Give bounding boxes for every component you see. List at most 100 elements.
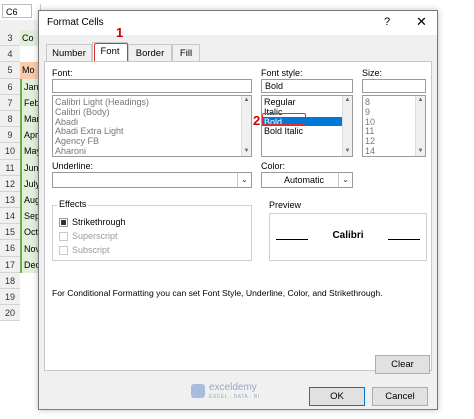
font-list[interactable]: Calibri Light (Headings) Calibri (Body) … xyxy=(52,95,252,157)
cell-a[interactable]: Sep xyxy=(20,208,40,225)
font-label: Font: xyxy=(52,68,73,78)
color-label: Color: xyxy=(261,161,286,171)
annotation-number-2: 2 xyxy=(253,113,261,128)
underline-label: Underline: xyxy=(52,161,94,171)
row-header[interactable]: 19 xyxy=(0,289,20,306)
row-header[interactable]: 8 xyxy=(0,110,20,128)
row-header[interactable]: 20 xyxy=(0,305,20,322)
font-style-label: Font style: xyxy=(261,68,303,78)
ok-button[interactable]: OK xyxy=(309,387,365,406)
superscript-checkbox[interactable] xyxy=(59,232,68,241)
row-header[interactable]: 11 xyxy=(0,159,20,176)
effects-title: Effects xyxy=(57,199,89,209)
row-header[interactable]: 5 xyxy=(0,62,20,79)
row-header[interactable]: 15 xyxy=(0,224,20,241)
font-list-item[interactable]: Abadi xyxy=(53,117,251,127)
color-value: Automatic xyxy=(284,175,325,185)
info-text: For Conditional Formatting you can set F… xyxy=(52,288,383,298)
help-icon[interactable]: ? xyxy=(384,16,390,28)
font-style-item[interactable]: Regular xyxy=(262,97,352,107)
cell-a[interactable]: Mo xyxy=(20,62,40,79)
cell-a[interactable] xyxy=(20,305,40,321)
cancel-button[interactable]: Cancel xyxy=(372,387,428,406)
annotation-box-bold xyxy=(262,113,306,125)
watermark-brand: exceldemy xyxy=(209,382,257,393)
cell-a[interactable]: Dec xyxy=(20,256,40,273)
row-header[interactable]: 6 xyxy=(0,78,20,95)
subscript-label: Subscript xyxy=(72,245,110,255)
font-style-input[interactable]: Bold xyxy=(261,79,353,93)
logo-icon xyxy=(191,384,205,398)
subscript-checkbox[interactable] xyxy=(59,246,68,255)
font-list-item[interactable]: Calibri (Body) xyxy=(53,107,251,117)
scroll-up-icon[interactable]: ▲ xyxy=(416,96,425,105)
tab-number[interactable]: Number xyxy=(46,44,92,61)
row-header[interactable]: 13 xyxy=(0,191,20,209)
row-header[interactable]: 9 xyxy=(0,127,20,144)
cell-a[interactable] xyxy=(20,273,40,289)
format-cells-dialog: Format Cells ? ✕ Number Font Border Fill… xyxy=(38,10,438,410)
cell-a[interactable]: July xyxy=(20,175,40,192)
font-list-item[interactable]: Aharoni xyxy=(53,146,251,156)
font-list-item[interactable]: Agency FB xyxy=(53,136,251,146)
cell-a[interactable]: Feb xyxy=(20,94,40,111)
scroll-up-icon[interactable]: ▲ xyxy=(343,96,352,105)
cell-a[interactable]: May xyxy=(20,143,40,160)
cell-a[interactable]: Nov xyxy=(20,240,40,257)
row-header[interactable]: 3 xyxy=(0,30,20,47)
cell-a[interactable]: Aug xyxy=(20,192,40,209)
scroll-up-icon[interactable]: ▲ xyxy=(242,96,251,105)
cell-a[interactable]: Apr xyxy=(20,127,40,144)
cell-a[interactable] xyxy=(20,46,40,62)
row-header[interactable]: 17 xyxy=(0,256,20,273)
preview-title: Preview xyxy=(269,200,302,210)
font-style-item[interactable]: Bold Italic xyxy=(262,126,352,136)
size-label: Size: xyxy=(362,68,383,78)
cell-a[interactable] xyxy=(20,289,40,305)
scroll-down-icon[interactable]: ▼ xyxy=(242,147,251,156)
underline-select[interactable]: ⌄ xyxy=(52,172,252,188)
cell-a[interactable]: Mar xyxy=(20,111,40,128)
superscript-label: Superscript xyxy=(72,231,118,241)
row-header[interactable]: 14 xyxy=(0,208,20,225)
strikethrough-checkbox[interactable] xyxy=(59,218,68,227)
chevron-down-icon[interactable]: ⌄ xyxy=(237,173,251,187)
cell-a[interactable]: Co xyxy=(20,30,40,47)
font-list-item[interactable]: Abadi Extra Light xyxy=(53,126,251,136)
size-input[interactable] xyxy=(362,79,426,93)
size-list[interactable]: 8 9 10 11 12 14 ▲ ▼ xyxy=(362,95,426,157)
scroll-down-icon[interactable]: ▼ xyxy=(343,147,352,156)
row-header[interactable]: 7 xyxy=(0,94,20,111)
font-style-scrollbar[interactable]: ▲ ▼ xyxy=(342,96,352,156)
title-bar: Format Cells ? ✕ xyxy=(39,11,437,35)
watermark: exceldemy EXCEL · DATA · BI xyxy=(191,381,291,405)
font-style-list[interactable]: Regular Italic Bold Bold Italic ▲ ▼ xyxy=(261,95,353,157)
font-tab-panel: Font: Calibri Light (Headings) Calibri (… xyxy=(44,61,432,374)
row-header[interactable]: 18 xyxy=(0,272,20,289)
dialog-title: Format Cells xyxy=(47,17,104,28)
cell-a[interactable]: Jun xyxy=(20,159,40,176)
annotation-number-1: 1 xyxy=(116,25,124,40)
preview-baseline-right xyxy=(388,239,420,240)
row-header[interactable]: 12 xyxy=(0,175,20,192)
row-header[interactable]: 16 xyxy=(0,240,20,257)
size-list-scrollbar[interactable]: ▲ ▼ xyxy=(415,96,425,156)
clear-button[interactable]: Clear xyxy=(375,355,430,374)
watermark-tagline: EXCEL · DATA · BI xyxy=(209,394,260,400)
close-icon[interactable]: ✕ xyxy=(416,14,427,30)
cell-a[interactable]: Oct xyxy=(20,224,40,241)
chevron-down-icon[interactable]: ⌄ xyxy=(338,173,352,187)
row-headers: 3 4 5 6 7 8 9 10 11 12 13 14 15 16 17 18 19 20 xyxy=(0,30,20,322)
font-input[interactable] xyxy=(52,79,252,93)
scroll-down-icon[interactable]: ▼ xyxy=(416,147,425,156)
tab-fill[interactable]: Fill xyxy=(172,44,200,61)
cell-a[interactable]: Jan xyxy=(20,78,40,95)
color-select[interactable]: Automatic ⌄ xyxy=(261,172,353,188)
name-box[interactable]: C6 xyxy=(2,4,32,18)
tab-border[interactable]: Border xyxy=(128,44,172,61)
row-header[interactable]: 4 xyxy=(0,46,20,63)
font-list-item[interactable]: Calibri Light (Headings) xyxy=(53,97,251,107)
font-list-scrollbar[interactable]: ▲ ▼ xyxy=(241,96,251,156)
row-header[interactable]: 10 xyxy=(0,143,20,160)
preview-box: Calibri xyxy=(269,213,427,261)
